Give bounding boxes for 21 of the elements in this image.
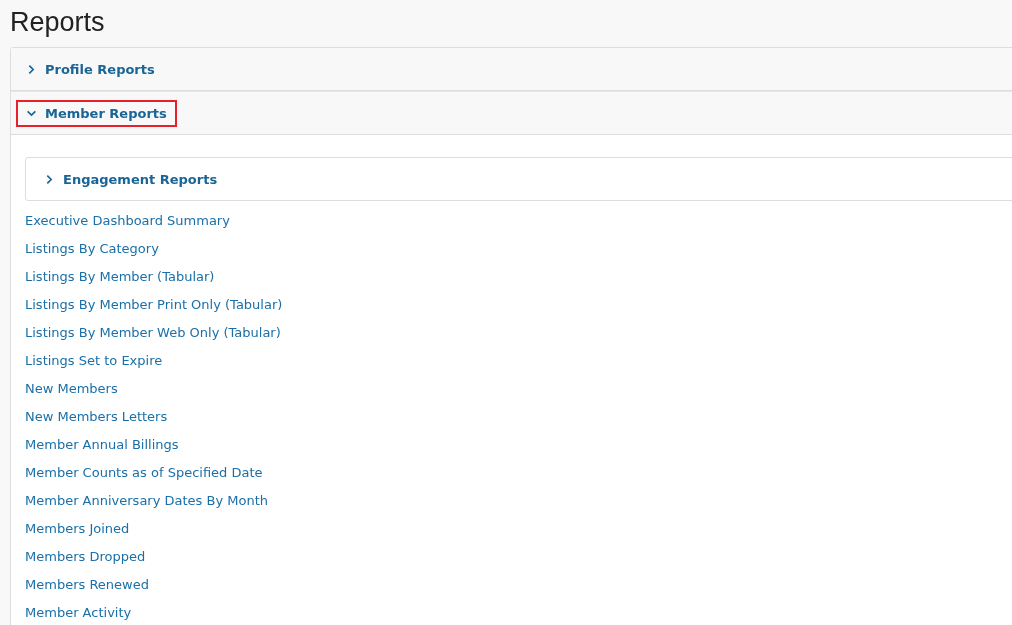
section-toggle[interactable]: Member Reports: [16, 99, 177, 127]
page-title: Reports: [10, 6, 106, 39]
report-link[interactable]: Listings By Member (Tabular): [25, 263, 215, 291]
section-toggle[interactable]: Profile Reports: [16, 55, 165, 83]
report-link[interactable]: New Members: [25, 375, 118, 403]
report-link[interactable]: New Members Letters: [25, 403, 168, 431]
report-link[interactable]: Listings By Member Web Only (Tabular): [25, 319, 281, 347]
report-link[interactable]: Member Annual Billings: [25, 431, 179, 459]
report-link[interactable]: Listings By Category: [25, 235, 159, 263]
report-link[interactable]: Listings Set to Expire: [25, 347, 163, 375]
report-link[interactable]: Member Counts as of Specified Date: [25, 459, 263, 487]
report-link[interactable]: Members Joined: [25, 515, 130, 543]
chevron-right-icon: [44, 173, 55, 185]
report-link[interactable]: Listings By Member Print Only (Tabular): [25, 291, 283, 319]
report-link[interactable]: Member Activity: [25, 599, 132, 625]
subsection-toggle[interactable]: Engagement Reports: [34, 165, 228, 193]
chevron-right-icon: [26, 63, 37, 75]
report-link[interactable]: Members Dropped: [25, 543, 146, 571]
report-link[interactable]: Member Anniversary Dates By Month: [25, 487, 268, 515]
report-link[interactable]: Members Renewed: [25, 571, 149, 599]
report-link[interactable]: Executive Dashboard Summary: [25, 207, 230, 235]
